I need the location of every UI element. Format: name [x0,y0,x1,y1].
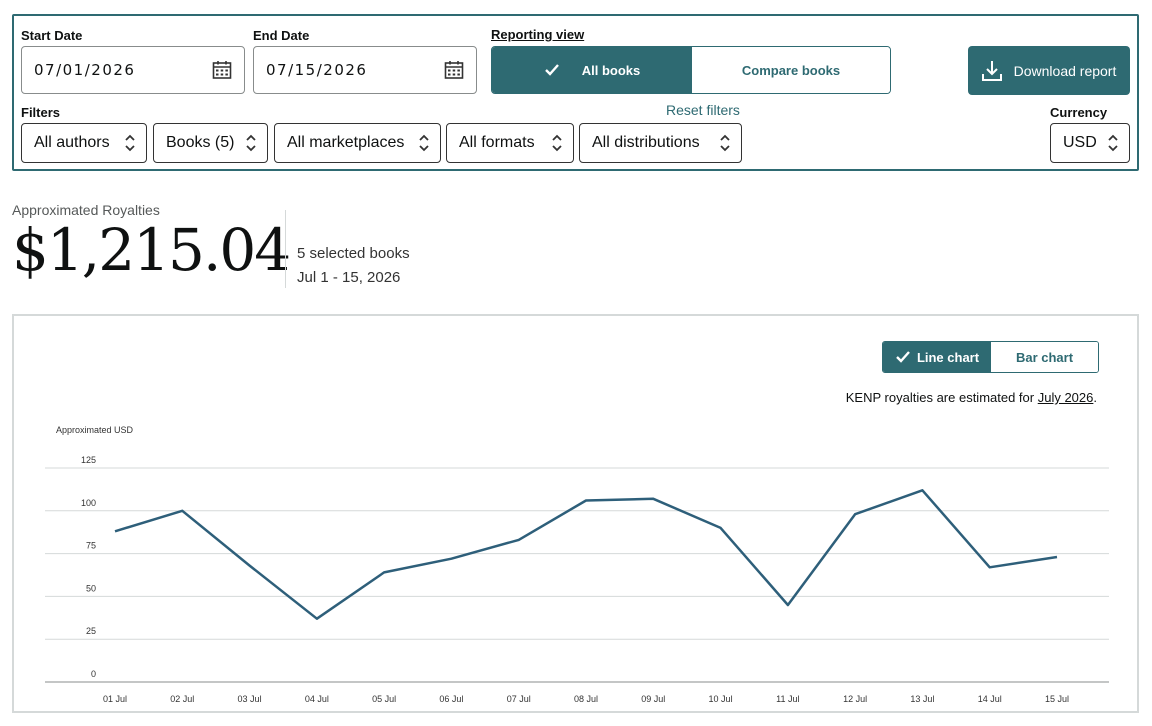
books-select-value: Books (5) [166,134,235,151]
check-icon [544,64,559,76]
authors-select[interactable]: All authors [21,123,147,163]
formats-select[interactable]: All formats [446,123,574,163]
authors-select-value: All authors [34,134,110,151]
end-date-input[interactable]: 07/15/2026 [253,46,477,94]
data-point[interactable] [176,505,188,517]
all-books-label: All books [581,62,641,78]
formats-select-value: All formats [459,134,535,151]
selected-books-text: 5 selected books [297,245,410,262]
x-tick-label: 13 Jul [910,694,934,704]
chevron-updown-icon [552,134,562,152]
y-tick-label: 0 [91,669,96,679]
end-date-label: End Date [253,28,310,43]
filter-panel: Start Date 07/01/2026 End Date 07/15/202… [12,14,1139,171]
line-chart: Approximated USD 0 25 50 75 100 125 01 Jul 02 … [45,425,1109,704]
reporting-view-toggle: All books Compare books [491,46,891,94]
chevron-updown-icon [720,134,730,152]
distributions-select[interactable]: All distributions [579,123,742,163]
data-point[interactable] [916,484,928,496]
y-tick-label: 50 [86,583,96,593]
download-icon [981,60,1002,81]
x-tick-label: 02 Jul [170,694,194,704]
y-tick-label: 25 [86,626,96,636]
distributions-select-value: All distributions [592,134,700,151]
data-point[interactable] [984,561,996,573]
data-point[interactable] [580,495,592,507]
data-point[interactable] [513,534,525,546]
chevron-updown-icon [246,134,256,152]
start-date-value: 07/01/2026 [34,61,136,79]
marketplaces-select[interactable]: All marketplaces [274,123,441,163]
date-range-text: Jul 1 - 15, 2026 [297,269,401,286]
all-books-button[interactable]: All books [492,47,692,93]
chevron-updown-icon [125,134,135,152]
chart-panel: Line chart Bar chart KENP royalties are … [12,314,1139,713]
chevron-updown-icon [1108,134,1118,152]
royalties-amount: $1,215.04 [12,216,291,284]
data-point[interactable] [1051,551,1063,563]
x-tick-label: 14 Jul [978,694,1002,704]
currency-select[interactable]: USD [1050,123,1130,163]
x-tick-label: 15 Jul [1045,694,1069,704]
data-point[interactable] [244,560,256,572]
x-tick-label: 01 Jul [103,694,127,704]
x-tick-label: 11 Jul [776,694,799,704]
x-tick-label: 06 Jul [439,694,463,704]
data-point[interactable] [445,553,457,565]
series-line[interactable] [114,489,1058,620]
compare-books-label: Compare books [741,62,841,78]
calendar-icon[interactable] [212,60,232,80]
x-tick-label: 09 Jul [641,694,665,704]
y-tick-label: 100 [81,498,96,508]
x-tick-label: 05 Jul [372,694,396,704]
data-point[interactable] [647,493,659,505]
reporting-view-label[interactable]: Reporting view [491,27,584,42]
data-point[interactable] [849,508,861,520]
start-date-label: Start Date [21,28,83,43]
download-report-button[interactable]: Download report [968,46,1130,95]
filters-label: Filters [21,105,61,120]
reset-filters-link[interactable]: Reset filters [666,102,740,118]
y-tick-label: 125 [81,455,96,465]
books-select[interactable]: Books (5) [153,123,268,163]
chevron-updown-icon [419,134,429,152]
x-tick-label: 10 Jul [709,694,733,704]
data-point[interactable] [782,599,794,611]
compare-books-button[interactable]: Compare books [692,47,890,93]
download-report-label: Download report [1013,62,1117,79]
currency-label: Currency [1050,105,1108,120]
calendar-icon[interactable] [444,60,464,80]
data-point[interactable] [311,613,323,625]
x-tick-label: 04 Jul [305,694,329,704]
y-axis-title: Approximated USD [56,425,134,435]
x-tick-label: 12 Jul [843,694,867,704]
data-point[interactable] [109,525,121,537]
currency-select-value: USD [1063,134,1097,151]
y-tick-label: 75 [86,541,96,551]
start-date-input[interactable]: 07/01/2026 [21,46,245,94]
x-tick-label: 03 Jul [238,694,262,704]
summary-divider [285,210,286,288]
x-tick-label: 08 Jul [574,694,598,704]
marketplaces-select-value: All marketplaces [287,134,405,151]
data-point[interactable] [378,566,390,578]
x-tick-label: 07 Jul [507,694,531,704]
end-date-value: 07/15/2026 [266,61,368,79]
data-point[interactable] [715,522,727,534]
